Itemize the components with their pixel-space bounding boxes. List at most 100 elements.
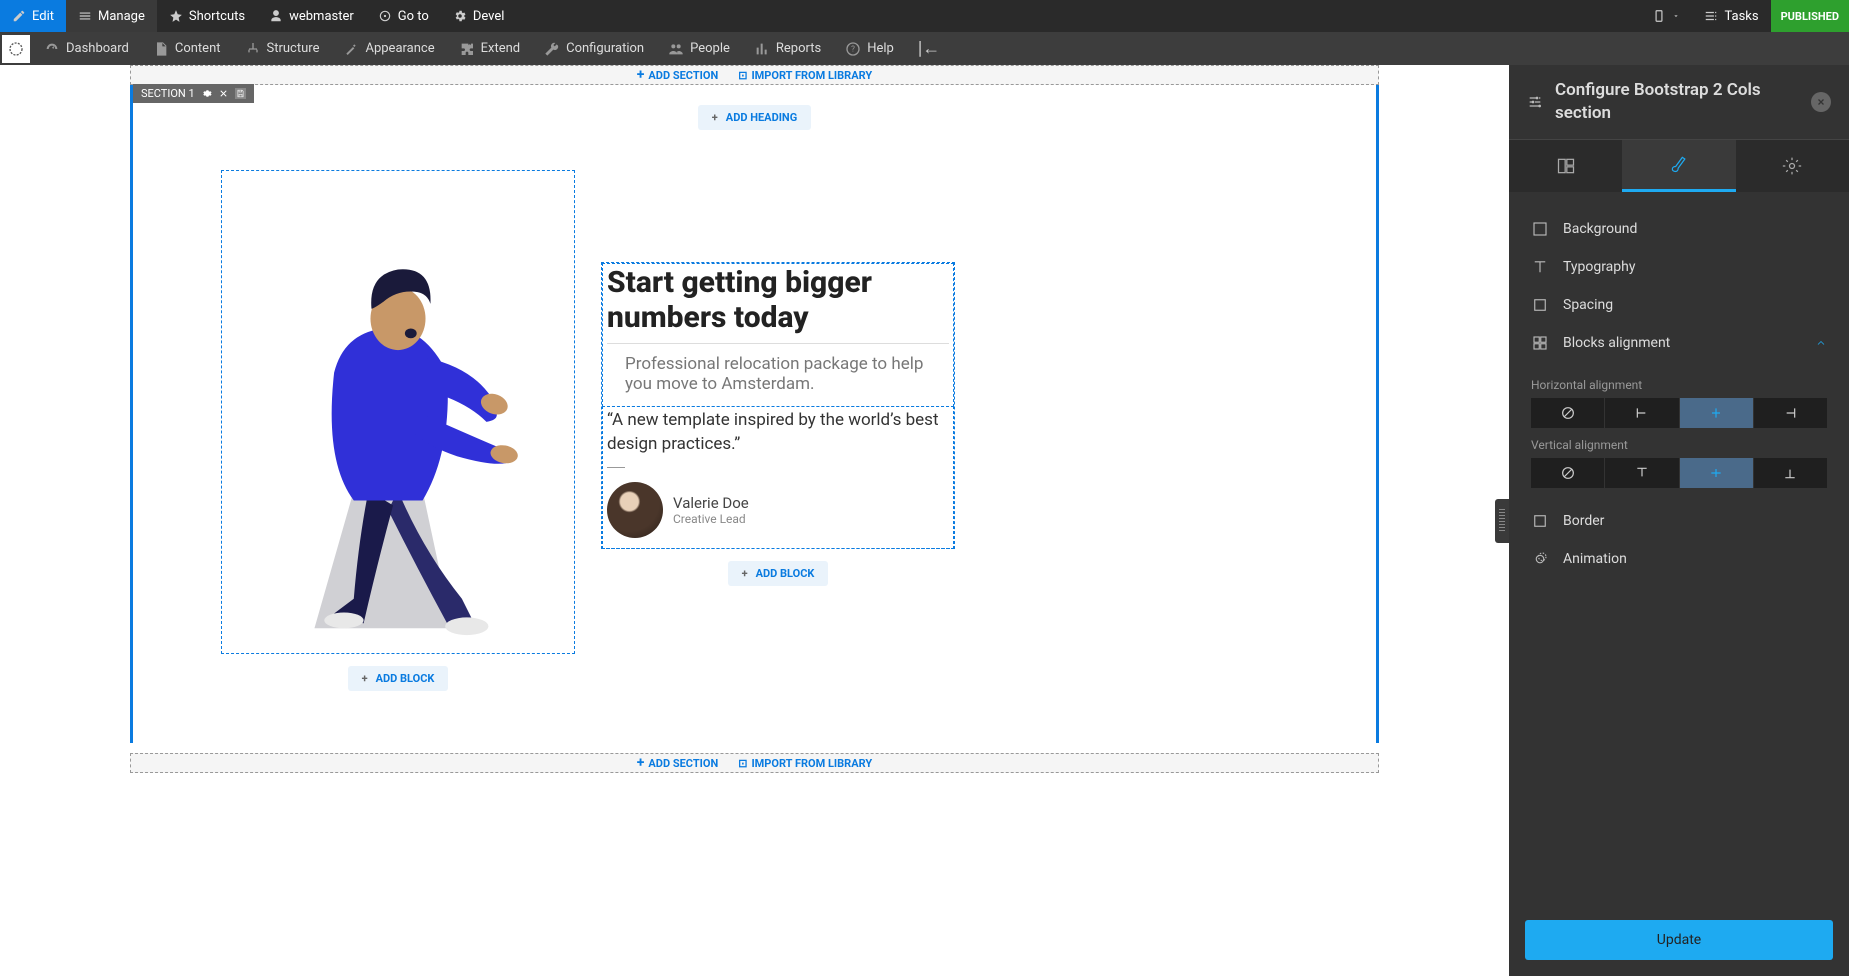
- heading-text: Start getting bigger numbers today: [607, 266, 949, 335]
- people-icon: [668, 41, 684, 57]
- user-button[interactable]: webmaster: [257, 0, 366, 32]
- gear-icon: [453, 9, 467, 23]
- close-button[interactable]: [1811, 92, 1831, 112]
- devel-button[interactable]: Devel: [441, 0, 517, 32]
- section-tag: SECTION 1: [133, 84, 254, 103]
- appearance-link[interactable]: Appearance: [331, 32, 446, 65]
- align-right-icon: [1782, 405, 1798, 421]
- valign-middle[interactable]: [1680, 458, 1753, 488]
- heading-block[interactable]: Start getting bigger numbers today Profe…: [602, 263, 954, 407]
- people-link[interactable]: People: [656, 32, 742, 65]
- add-block-left-button[interactable]: +ADD BLOCK: [348, 666, 449, 691]
- valign-none[interactable]: [1531, 458, 1604, 488]
- canvas[interactable]: + ADD SECTION ⊡ IMPORT FROM LIBRARY SECT…: [0, 65, 1509, 976]
- person-name: Valerie Doe: [673, 494, 749, 512]
- tasks-button[interactable]: Tasks: [1692, 0, 1770, 32]
- chart-icon: [754, 41, 770, 57]
- type-icon: [1531, 258, 1549, 276]
- user-icon: [269, 9, 283, 23]
- manage-button[interactable]: Manage: [66, 0, 157, 32]
- sitemap-icon: [245, 41, 261, 57]
- row-blocks-alignment[interactable]: Blocks alignment: [1509, 324, 1849, 362]
- person-role: Creative Lead: [673, 512, 749, 526]
- col-right[interactable]: Start getting bigger numbers today Profe…: [601, 262, 955, 549]
- gear-icon: [1782, 156, 1802, 176]
- spacing-icon: [1531, 296, 1549, 314]
- sliders-icon: [1527, 94, 1543, 110]
- target-icon: [378, 9, 392, 23]
- none-icon: [1560, 405, 1576, 421]
- quote-block[interactable]: “A new template inspired by the world’s …: [602, 406, 954, 549]
- row-typography[interactable]: Typography: [1509, 248, 1849, 286]
- wrench-icon: [544, 41, 560, 57]
- row-border[interactable]: Border: [1509, 502, 1849, 540]
- sidebar-tabs: [1509, 140, 1849, 192]
- quote-text: “A new template inspired by the world’s …: [607, 409, 949, 457]
- update-button[interactable]: Update: [1525, 920, 1833, 960]
- add-section-button[interactable]: + ADD SECTION: [637, 755, 718, 771]
- star-icon: [169, 9, 183, 23]
- align-left-icon: [1634, 405, 1650, 421]
- halign-none[interactable]: [1531, 398, 1604, 428]
- section-insert-bottom: + ADD SECTION ⊡ IMPORT FROM LIBRARY: [130, 753, 1379, 773]
- home-icon-button[interactable]: [2, 35, 30, 63]
- row-animation[interactable]: Animation: [1509, 540, 1849, 578]
- brush-icon: [1669, 154, 1689, 174]
- add-block-right-button[interactable]: +ADD BLOCK: [728, 561, 829, 586]
- row-spacing[interactable]: Spacing: [1509, 286, 1849, 324]
- shortcuts-button[interactable]: Shortcuts: [157, 0, 257, 32]
- drupal-icon: [8, 41, 24, 57]
- config-sidebar: Configure Bootstrap 2 Cols section Backg…: [1509, 65, 1849, 976]
- halign-left[interactable]: [1605, 398, 1678, 428]
- valign-top[interactable]: [1605, 458, 1678, 488]
- admin-toolbar: Edit Manage Shortcuts webmaster Go to De…: [0, 0, 1849, 32]
- goto-button[interactable]: Go to: [366, 0, 441, 32]
- svg-text:?: ?: [851, 44, 855, 53]
- admin-menu: Dashboard Content Structure Appearance E…: [0, 32, 1849, 65]
- divider: [607, 467, 625, 468]
- structure-link[interactable]: Structure: [233, 32, 332, 65]
- content-link[interactable]: Content: [141, 32, 233, 65]
- sidebar-header: Configure Bootstrap 2 Cols section: [1509, 65, 1849, 140]
- pencil-icon: [12, 9, 26, 23]
- save-icon[interactable]: [235, 88, 246, 99]
- configuration-link[interactable]: Configuration: [532, 32, 656, 65]
- row-background[interactable]: Background: [1509, 210, 1849, 248]
- import-library-button[interactable]: ⊡ IMPORT FROM LIBRARY: [738, 69, 872, 82]
- vert-buttons: [1531, 458, 1827, 488]
- dashboard-link[interactable]: Dashboard: [32, 32, 141, 65]
- menu-icon: [78, 9, 92, 23]
- import-library-button[interactable]: ⊡ IMPORT FROM LIBRARY: [738, 757, 872, 770]
- tab-layout[interactable]: [1509, 140, 1622, 192]
- extend-link[interactable]: Extend: [447, 32, 533, 65]
- valign-bottom[interactable]: [1754, 458, 1827, 488]
- horiz-buttons: [1531, 398, 1827, 428]
- edit-label: Edit: [32, 9, 54, 24]
- device-button[interactable]: [1640, 0, 1692, 32]
- tab-settings[interactable]: [1736, 140, 1849, 192]
- col-left[interactable]: [221, 170, 575, 654]
- reports-link[interactable]: Reports: [742, 32, 833, 65]
- close-icon[interactable]: [218, 88, 229, 99]
- align-top-icon: [1634, 465, 1650, 481]
- tab-style[interactable]: [1622, 140, 1735, 192]
- person-row: Valerie Doe Creative Lead: [607, 478, 949, 546]
- section-1[interactable]: SECTION 1 +ADD HEADING: [130, 85, 1379, 743]
- tasks-icon: [1704, 9, 1718, 23]
- halign-right[interactable]: [1754, 398, 1827, 428]
- collapse-button[interactable]: |←: [906, 32, 952, 65]
- chevron-down-icon: [1672, 9, 1680, 23]
- halign-center[interactable]: [1680, 398, 1753, 428]
- horiz-label: Horizontal alignment: [1531, 378, 1827, 392]
- grid-icon: [1531, 334, 1549, 352]
- gear-icon[interactable]: [201, 88, 212, 99]
- add-section-button[interactable]: + ADD SECTION: [637, 67, 718, 83]
- avatar: [607, 482, 663, 538]
- sidebar-drag-handle[interactable]: [1495, 499, 1509, 543]
- align-bottom-icon: [1782, 465, 1798, 481]
- help-link[interactable]: ?Help: [833, 32, 906, 65]
- layout-icon: [1556, 156, 1576, 176]
- add-heading-button[interactable]: +ADD HEADING: [698, 105, 811, 130]
- edit-button[interactable]: Edit: [0, 0, 66, 32]
- sidebar-body: Background Typography Spacing Blocks ali…: [1509, 192, 1849, 904]
